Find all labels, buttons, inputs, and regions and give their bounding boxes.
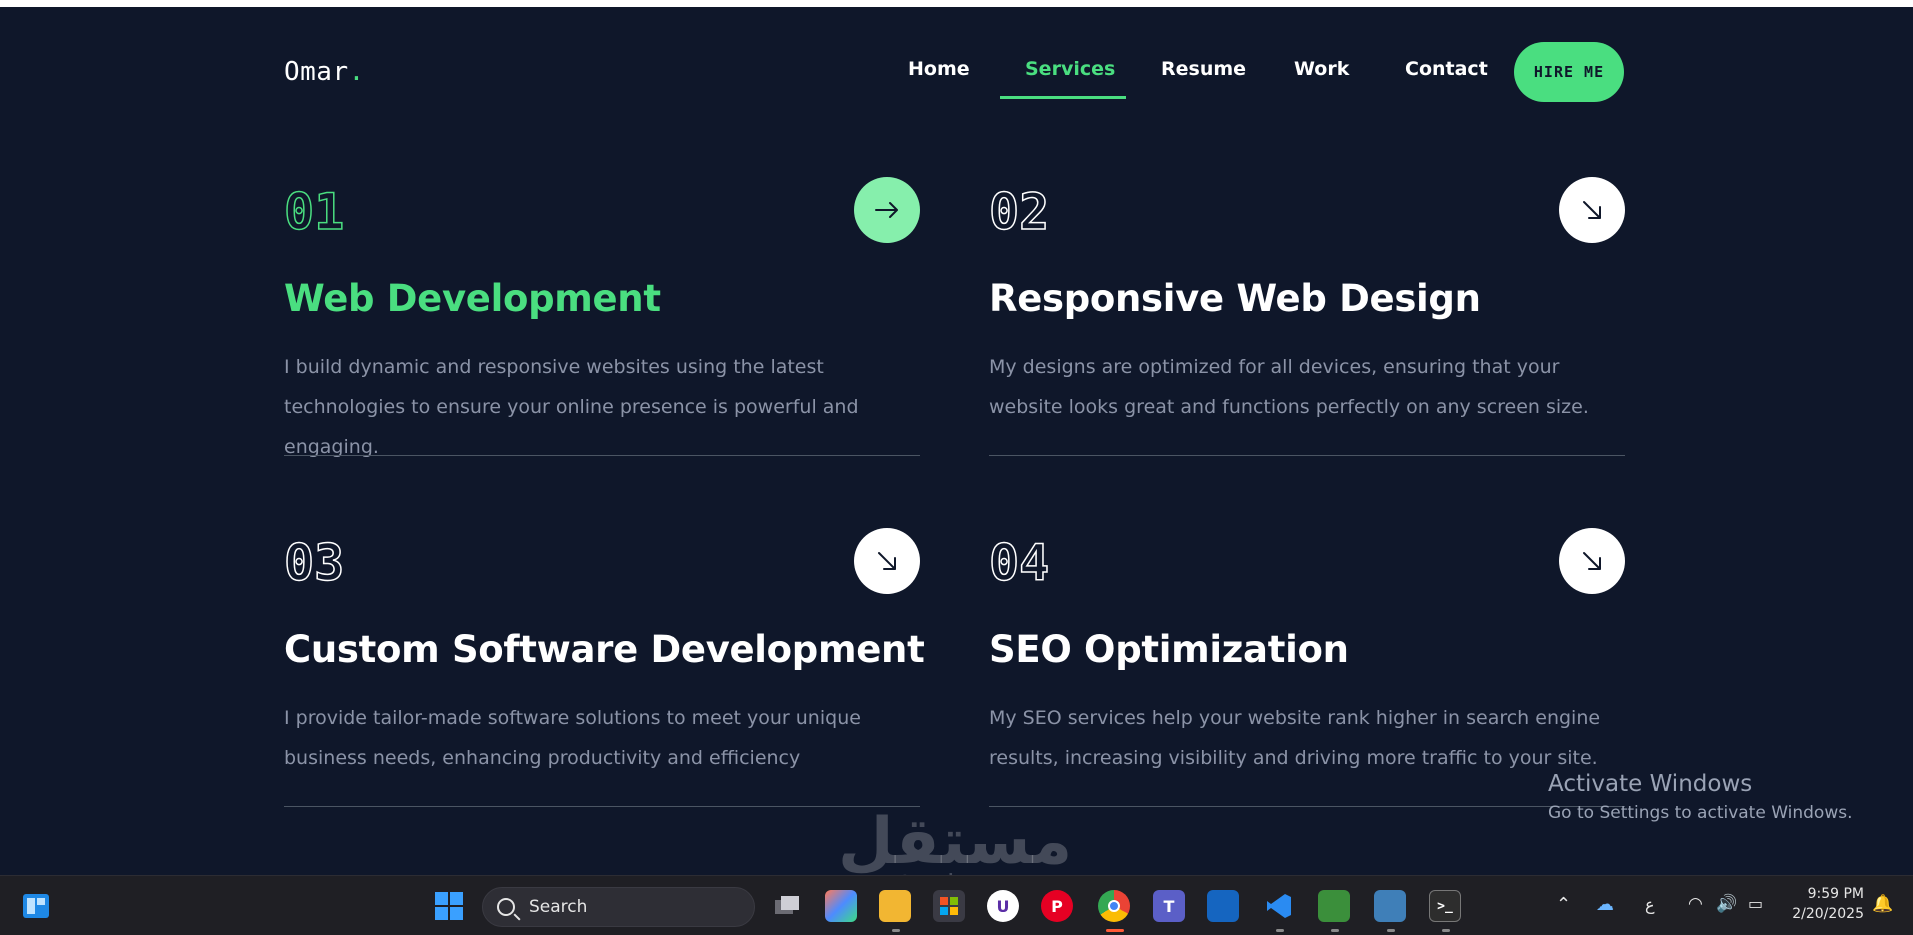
service-card-custom-software: 03 Custom Software Development I provide… [283, 528, 925, 828]
onedrive-icon[interactable]: ☁ [1596, 894, 1614, 915]
running-indicator [1331, 929, 1339, 932]
service-card-responsive-web-design: 02 Responsive Web Design My designs are … [988, 177, 1625, 477]
file-explorer-icon[interactable] [879, 890, 911, 922]
search-label: Search [529, 897, 588, 917]
nav-active-underline [1000, 96, 1126, 99]
service-arrow-button[interactable] [1559, 528, 1625, 594]
nav-contact[interactable]: Contact [1405, 58, 1488, 80]
nav-resume[interactable]: Resume [1161, 58, 1246, 80]
activate-windows-watermark: Activate Windows Go to Settings to activ… [1548, 771, 1853, 823]
nav-home[interactable]: Home [908, 58, 970, 80]
service-description: My designs are optimized for all devices… [989, 356, 1589, 418]
service-description: My SEO services help your website rank h… [989, 707, 1601, 769]
service-description: I provide tailor-made software solutions… [284, 707, 861, 769]
microsoft-store-icon[interactable] [933, 890, 965, 922]
service-divider [284, 806, 920, 807]
nav-services[interactable]: Services [1025, 58, 1115, 80]
copilot-icon[interactable] [825, 890, 857, 922]
wifi-icon[interactable]: ◠ [1688, 894, 1703, 914]
service-title: SEO Optimization [989, 628, 1349, 671]
service-description: I build dynamic and responsive websites … [284, 356, 859, 458]
activate-subtitle: Go to Settings to activate Windows. [1548, 803, 1853, 823]
photos-icon[interactable] [1374, 890, 1406, 922]
running-indicator [892, 929, 900, 932]
service-arrow-button[interactable] [1559, 177, 1625, 243]
volume-icon[interactable]: 🔊 [1716, 894, 1737, 914]
arrow-down-right-icon [878, 552, 896, 570]
task-view-icon[interactable] [771, 890, 803, 922]
windows-taskbar: Search U P T >_ ⌃ ☁ ع ◠ 🔊 ▭ 9:59 PM 2/20… [0, 875, 1913, 935]
main-nav: Home Services Resume Work Contact [0, 58, 1913, 98]
search-icon [497, 898, 515, 916]
service-title: Custom Software Development [284, 628, 925, 671]
clock-time[interactable]: 9:59 PM [1804, 886, 1864, 902]
service-title: Web Development [284, 277, 661, 320]
nav-work[interactable]: Work [1294, 58, 1349, 80]
notification-bell-icon[interactable]: 🔔 [1872, 894, 1893, 914]
start-icon[interactable] [433, 890, 465, 922]
vscode-icon[interactable] [1263, 890, 1295, 922]
clock-date[interactable]: 2/20/2025 [1790, 906, 1864, 922]
activate-title: Activate Windows [1548, 771, 1753, 797]
pinterest-icon[interactable]: P [1041, 890, 1073, 922]
ime-indicator[interactable]: ع [1645, 895, 1655, 914]
hire-me-button[interactable]: HIRE ME [1514, 42, 1624, 102]
arrow-down-right-icon [1583, 201, 1601, 219]
browser-top-edge [0, 0, 1913, 7]
arrow-down-right-icon [1583, 552, 1601, 570]
running-indicator [1276, 929, 1284, 932]
paint-icon[interactable] [1318, 890, 1350, 922]
terminal-icon[interactable]: >_ [1429, 890, 1461, 922]
widgets-icon[interactable] [20, 890, 52, 922]
service-title: Responsive Web Design [989, 277, 1481, 320]
portfolio-page: Omar. Home Services Resume Work Contact … [0, 7, 1913, 875]
service-number: 02 [988, 183, 1050, 241]
service-arrow-button[interactable] [854, 177, 920, 243]
service-number: 01 [283, 183, 345, 241]
service-divider [989, 455, 1625, 456]
chevron-up-icon[interactable]: ⌃ [1556, 894, 1571, 915]
service-divider [284, 455, 920, 456]
battery-icon[interactable]: ▭ [1748, 894, 1763, 913]
service-card-seo-optimization: 04 SEO Optimization My SEO services help… [988, 528, 1625, 828]
service-number: 04 [988, 534, 1050, 592]
running-indicator-active [1106, 929, 1124, 932]
service-card-web-development: 01 Web Development I build dynamic and r… [283, 177, 920, 477]
chrome-icon[interactable] [1098, 890, 1130, 922]
udemy-icon[interactable]: U [987, 890, 1019, 922]
service-number: 03 [283, 534, 345, 592]
running-indicator [1387, 929, 1395, 932]
pen-app-icon[interactable] [1207, 890, 1239, 922]
arrow-right-icon [875, 202, 898, 218]
service-divider [989, 806, 1625, 807]
service-arrow-button[interactable] [854, 528, 920, 594]
taskbar-search[interactable]: Search [482, 887, 755, 927]
running-indicator [1442, 929, 1450, 932]
teams-icon[interactable]: T [1153, 890, 1185, 922]
